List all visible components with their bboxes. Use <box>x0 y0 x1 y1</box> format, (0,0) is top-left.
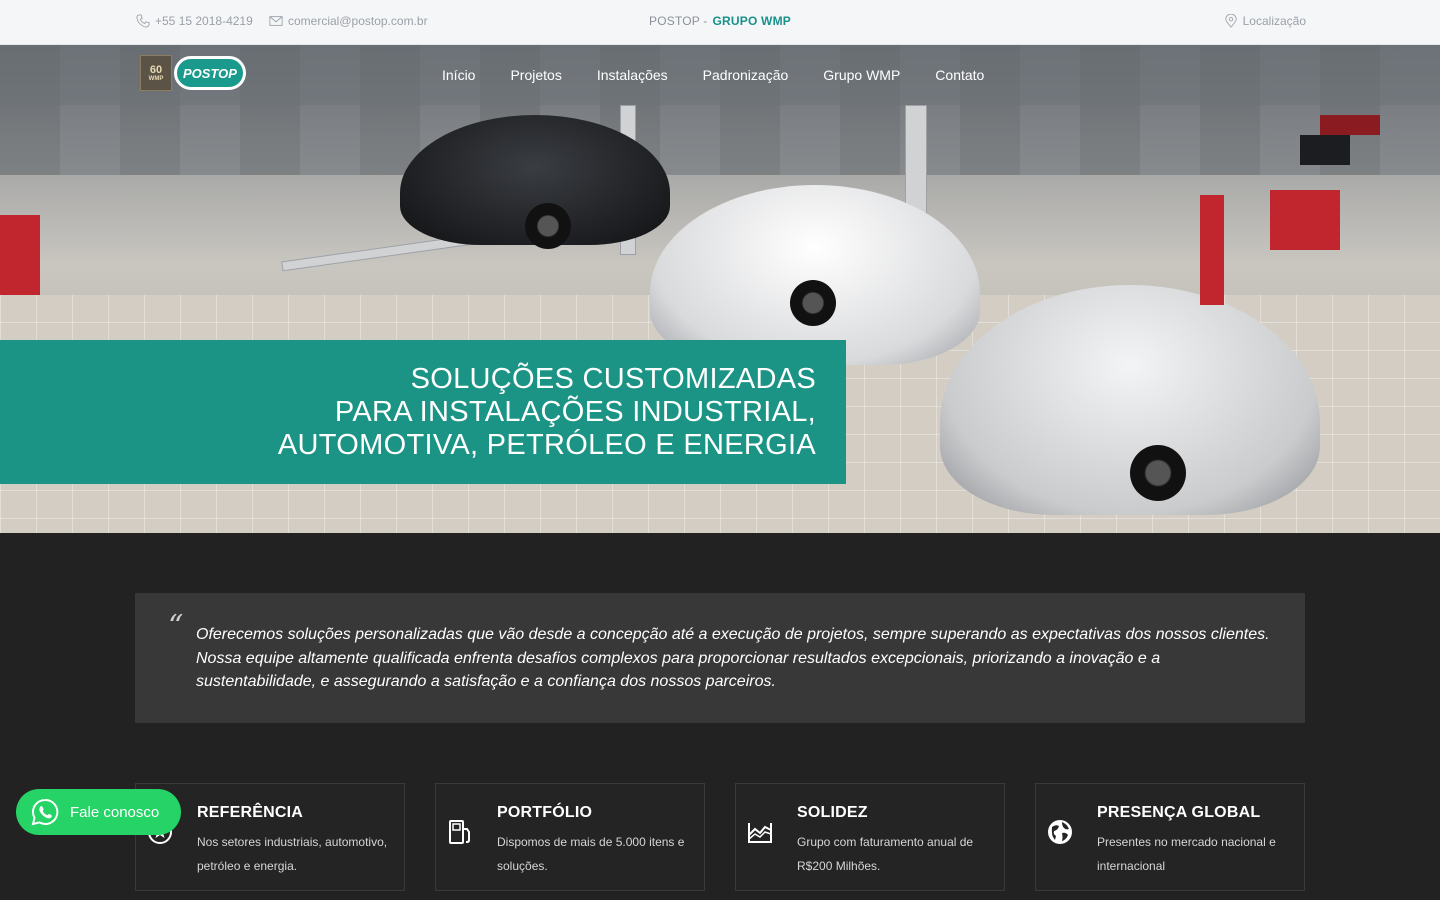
logo-badge: 60 WMP <box>140 55 172 91</box>
hero-equipment <box>0 215 40 295</box>
top-bar: +55 15 2018-4219 comercial@postop.com.br… <box>0 0 1440 45</box>
logo-badge-number: 60 <box>149 64 163 76</box>
hero-line-2: PARA INSTALAÇÕES INDUSTRIAL, <box>334 395 816 428</box>
feature-title: PRESENÇA GLOBAL <box>1097 804 1261 821</box>
feature-card-portfolio: PORTFÓLIO Dispomos de mais de 5.000 iten… <box>435 783 705 891</box>
quote-text: Oferecemos soluções personalizadas que v… <box>196 626 1270 690</box>
feature-card-solidez: SOLIDEZ Grupo com faturamento anual de R… <box>735 783 1005 891</box>
feature-title: PORTFÓLIO <box>497 804 593 821</box>
hero-monitor <box>1300 135 1350 165</box>
fuel-pump-icon <box>449 820 470 844</box>
feature-text: Nos setores industriais, automotivo, pet… <box>197 835 388 873</box>
feature-text: Dispomos de mais de 5.000 itens e soluçõ… <box>497 835 685 873</box>
main-navbar: 60 WMP POSTOP Início Projetos Instalaçõe… <box>0 45 1440 105</box>
hero-line-1: SOLUÇÕES CUSTOMIZADAS <box>410 362 816 395</box>
brand-main: POSTOP - <box>649 14 708 28</box>
location-text: Localização <box>1242 14 1306 28</box>
hero-banner: SOLUÇÕES CUSTOMIZADAS PARA INSTALAÇÕES I… <box>0 340 846 484</box>
site-logo[interactable]: 60 WMP POSTOP <box>140 55 246 91</box>
globe-icon <box>1048 820 1072 844</box>
hero-wheel <box>525 203 571 249</box>
map-pin-icon <box>1224 14 1237 28</box>
brand-accent: GRUPO WMP <box>712 14 791 28</box>
logo-name: POSTOP <box>174 56 246 90</box>
hero-wheel <box>1130 445 1186 501</box>
chart-icon <box>748 823 772 843</box>
hero-equipment <box>1200 195 1224 305</box>
nav-item-padronizacao[interactable]: Padronização <box>703 67 789 83</box>
logo-badge-sub: WMP <box>148 76 164 82</box>
whatsapp-button[interactable]: Fale conosco <box>16 789 181 835</box>
feature-card-presenca-global: PRESENÇA GLOBAL Presentes no mercado nac… <box>1035 783 1305 891</box>
nav-item-contato[interactable]: Contato <box>935 67 984 83</box>
feature-text: Grupo com faturamento anual de R$200 Mil… <box>797 835 974 873</box>
hero-equipment <box>1270 190 1340 250</box>
nav-item-instalacoes[interactable]: Instalações <box>597 67 668 83</box>
nav-item-inicio[interactable]: Início <box>442 67 475 83</box>
feature-title: REFERÊNCIA <box>197 804 304 821</box>
hero-car-white <box>650 185 980 365</box>
quote-box: “ Oferecemos soluções personalizadas que… <box>135 593 1305 723</box>
feature-text: Presentes no mercado nacional e internac… <box>1097 835 1276 873</box>
feature-title: SOLIDEZ <box>797 804 868 821</box>
nav-menu: Início Projetos Instalações Padronização… <box>442 67 1019 83</box>
hero-wheel <box>790 280 836 326</box>
quote-mark-icon: “ <box>168 609 184 644</box>
location-link[interactable]: Localização <box>1224 14 1306 28</box>
hero-equipment <box>1320 115 1380 135</box>
nav-item-grupo-wmp[interactable]: Grupo WMP <box>823 67 900 83</box>
hero-line-3: AUTOMOTIVA, PETRÓLEO E ENERGIA <box>277 428 816 461</box>
whatsapp-icon <box>31 798 59 826</box>
whatsapp-label: Fale conosco <box>70 803 160 821</box>
hero-section: 60 WMP POSTOP Início Projetos Instalaçõe… <box>0 45 1440 533</box>
nav-item-projetos[interactable]: Projetos <box>510 67 561 83</box>
